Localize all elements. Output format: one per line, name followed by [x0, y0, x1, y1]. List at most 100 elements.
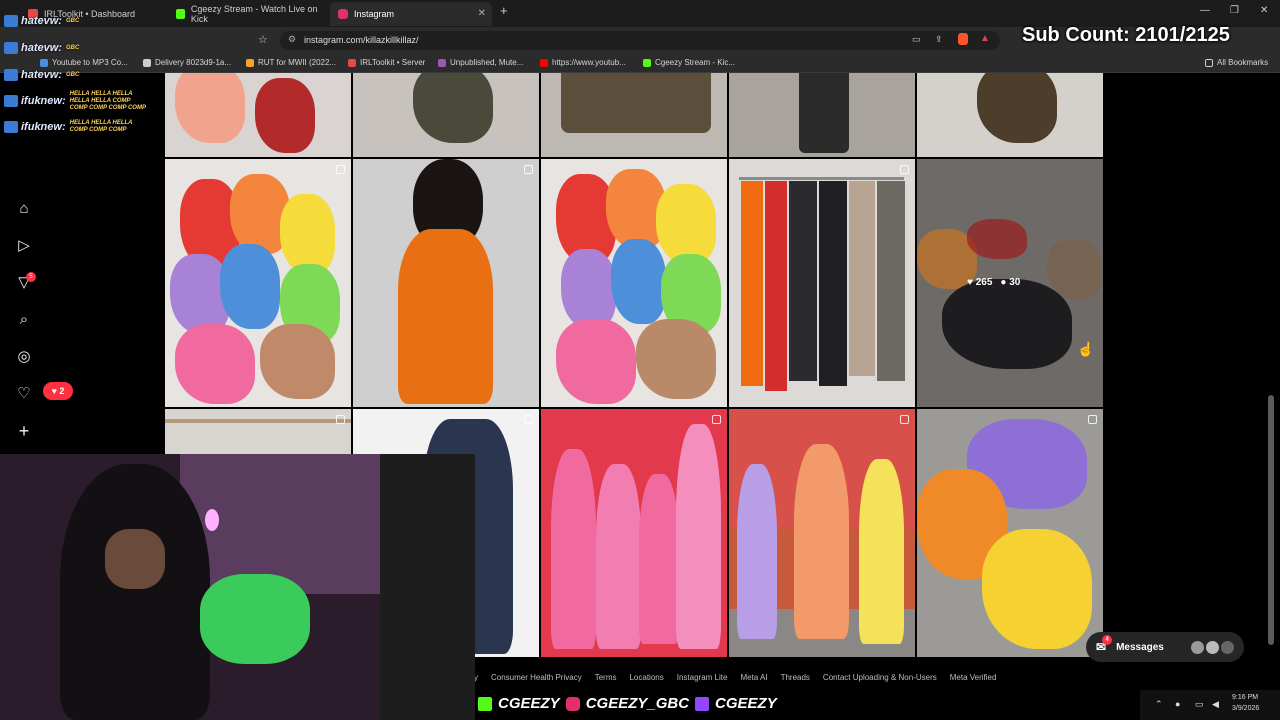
search-icon[interactable]: ⌕: [14, 310, 34, 330]
rewards-icon[interactable]: ▲: [980, 33, 990, 44]
post-tile[interactable]: [729, 409, 915, 657]
post-image-shape: [737, 464, 777, 639]
reel-icon: [900, 415, 909, 424]
activity-badge: 5: [26, 272, 36, 282]
clock-date[interactable]: 3/9/2026: [1232, 705, 1259, 712]
cast-icon[interactable]: ▭: [912, 34, 921, 45]
comments-stat: ● 30: [1000, 277, 1021, 288]
tab-label: Instagram: [354, 9, 395, 19]
avatar: [1206, 640, 1219, 654]
post-image-shape: [165, 419, 351, 423]
microphone-icon[interactable]: ●: [1175, 699, 1180, 709]
post-image-shape: [676, 424, 721, 649]
bookmark-unpublished[interactable]: Unpublished, Mute...: [438, 58, 523, 67]
browser-tab-bar: IRLToolkit • Dashboard Cgeezy Stream - W…: [0, 0, 1280, 27]
instagram-footer: cy Consumer Health Privacy Terms Locatio…: [470, 673, 996, 682]
maximize-button[interactable]: ❐: [1230, 5, 1239, 16]
share-icon[interactable]: ⇪: [935, 34, 943, 45]
webcam-person-shape: [380, 454, 475, 720]
bookmark-favicon-icon: [438, 58, 446, 67]
footer-link[interactable]: Threads: [781, 673, 810, 682]
bookmark-star-icon[interactable]: ☆: [258, 33, 268, 46]
tab-instagram[interactable]: Instagram ✕: [330, 2, 492, 26]
bookmark-label: Unpublished, Mute...: [450, 58, 524, 67]
twitch-handle: CGEEZY: [715, 695, 777, 712]
webcam-person-shape: [200, 574, 310, 664]
post-tile[interactable]: [917, 73, 1103, 157]
footer-link[interactable]: Meta AI: [740, 673, 767, 682]
post-image-shape: [611, 239, 666, 324]
bookmark-youtube[interactable]: https://www.youtub...: [540, 58, 626, 67]
post-tile[interactable]: [729, 73, 915, 157]
create-post-icon[interactable]: +: [14, 421, 34, 441]
close-window-button[interactable]: ✕: [1260, 5, 1268, 16]
chat-emote-text: HELLA HELLA HELLA COMP COMP COMP: [69, 120, 133, 133]
bookmark-yt-mp3[interactable]: Youtube to MP3 Co...: [40, 58, 128, 67]
reels-icon[interactable]: ▷: [14, 236, 34, 256]
footer-link[interactable]: Contact Uploading & Non-Users: [823, 673, 937, 682]
bookmark-kick[interactable]: Cgeezy Stream - Kic...: [643, 58, 735, 67]
instagram-logo-icon: [565, 696, 580, 711]
chat-emote-text: HELLA HELLA HELLA HELLA HELLA COMP COMP …: [69, 90, 146, 111]
tab-kick[interactable]: Cgeezy Stream - Watch Live on Kick: [168, 2, 328, 26]
network-icon[interactable]: ▭: [1195, 699, 1204, 710]
post-image-shape: [280, 194, 335, 274]
post-tile[interactable]: [541, 409, 727, 657]
footer-link[interactable]: Locations: [629, 673, 663, 682]
post-image-shape: [413, 73, 493, 143]
post-image-shape: [765, 181, 787, 391]
messages-button[interactable]: ✉ 4 Messages: [1086, 632, 1244, 662]
site-info-icon[interactable]: ⚙: [288, 34, 296, 45]
post-tile[interactable]: [917, 409, 1103, 657]
url-field[interactable]: ⚙ instagram.com/killazkillkillaz/: [280, 31, 1000, 50]
bookmark-rut[interactable]: RUT for MWII (2022...: [246, 58, 336, 67]
post-image-shape: [942, 279, 1072, 369]
footer-link[interactable]: Terms: [595, 673, 617, 682]
post-image-shape: [255, 78, 315, 153]
notification-bubble[interactable]: ♥ 2: [43, 382, 73, 400]
post-tile[interactable]: [353, 159, 539, 407]
tray-chevron-icon[interactable]: ⌃: [1155, 699, 1163, 710]
explore-icon[interactable]: ◎: [14, 347, 34, 367]
chat-message: hatevw: GBC: [4, 13, 79, 29]
new-tab-button[interactable]: +: [500, 3, 508, 18]
post-hover-stats: ♥ 265 ● 30: [967, 277, 1020, 288]
post-image-shape: [175, 73, 245, 143]
close-tab-icon[interactable]: ✕: [478, 8, 486, 19]
post-tile[interactable]: [729, 159, 915, 407]
footer-link[interactable]: Meta Verified: [950, 673, 997, 682]
volume-icon[interactable]: ◀: [1212, 699, 1219, 710]
post-image-shape: [982, 529, 1092, 649]
footer-link[interactable]: Consumer Health Privacy: [491, 673, 582, 682]
reel-icon: [1088, 415, 1097, 424]
post-tile[interactable]: [353, 73, 539, 157]
post-image-shape: [849, 181, 875, 376]
post-tile[interactable]: [541, 73, 727, 157]
bookmark-delivery[interactable]: Delivery 8023d9-1a...: [143, 58, 231, 67]
bookmark-irltoolkit-server[interactable]: IRLToolkit • Server: [348, 58, 425, 67]
post-tile[interactable]: [165, 159, 351, 407]
home-icon[interactable]: ⌂: [14, 199, 34, 219]
clothes-rack-shape: [739, 177, 904, 180]
reel-icon: [900, 165, 909, 174]
post-image-shape: [1047, 239, 1102, 299]
chat-badge-icon: [4, 42, 18, 54]
notifications-heart-icon[interactable]: ♡: [14, 384, 34, 404]
page-scrollbar[interactable]: [1268, 395, 1274, 645]
chat-username: ifuknew:: [21, 95, 66, 107]
footer-link[interactable]: Instagram Lite: [677, 673, 728, 682]
chat-username: hatevw:: [21, 69, 62, 81]
minimize-button[interactable]: —: [1200, 5, 1210, 16]
clock-time[interactable]: 9:16 PM: [1232, 694, 1258, 701]
webcam-person-shape: [60, 464, 210, 720]
bookmark-label: All Bookmarks: [1217, 58, 1269, 67]
kick-logo-icon: [478, 696, 492, 711]
post-tile-hovered[interactable]: ♥ 265 ● 30 ☝: [917, 159, 1103, 407]
brave-shield-icon[interactable]: [958, 33, 968, 45]
messages-avatars: [1191, 640, 1234, 654]
post-tile[interactable]: [165, 73, 351, 157]
bookmark-label: https://www.youtub...: [552, 58, 626, 67]
post-tile[interactable]: [541, 159, 727, 407]
messages-badge: 4: [1102, 635, 1112, 645]
all-bookmarks[interactable]: All Bookmarks: [1205, 58, 1268, 67]
